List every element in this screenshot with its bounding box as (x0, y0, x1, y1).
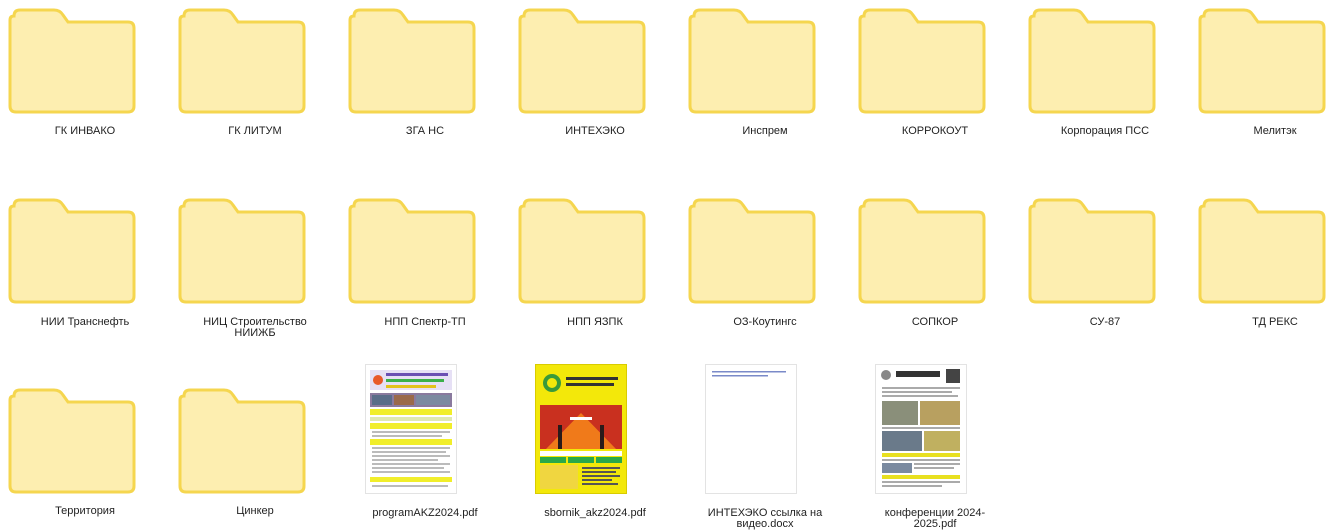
docx-thumbnail-icon (705, 364, 797, 494)
folder-icon (510, 0, 680, 132)
folder-label: СУ-87 (1089, 316, 1121, 328)
folder-label: Территория (55, 505, 115, 517)
folder-label: СОПКОР (911, 316, 959, 328)
folder-label: Цинкер (236, 505, 274, 517)
folder-icon (850, 190, 1020, 322)
folder-label: Инспрем (742, 125, 788, 137)
folder-icon (170, 380, 340, 512)
folder-icon (1190, 190, 1329, 322)
folder-label: ГК ИНВАКО (54, 125, 116, 137)
folder-icon (0, 190, 170, 322)
folder-label: ИНТЕХЭКО (565, 125, 625, 137)
folder-icon (1020, 0, 1190, 132)
folder-label: ТД РЕКС (1252, 316, 1298, 328)
folder-label: НПП ЯЗПК (567, 316, 623, 328)
folder-label: ГК ЛИТУМ (228, 125, 282, 137)
folder-icon (1190, 0, 1329, 132)
folder-label: Мелитэк (1253, 125, 1297, 137)
folder-icon (0, 380, 170, 512)
folder-icon (340, 0, 510, 132)
folder-icon (1020, 190, 1190, 322)
folder-label: КОРРОКОУТ (901, 125, 969, 137)
file-label: конференции 2024-2025.pdf (884, 507, 986, 530)
folder-icon (170, 190, 340, 322)
folder-icon (510, 190, 680, 322)
pdf-thumbnail-icon (875, 364, 967, 494)
file-label: sbornik_akz2024.pdf (544, 507, 646, 519)
folder-icon (170, 0, 340, 132)
pdf-thumbnail-icon (535, 364, 627, 494)
pdf-thumbnail-icon (365, 364, 457, 494)
folder-icon (680, 190, 850, 322)
file-grid: ГК ИНВАКО ГК ЛИТУМ ЗГА НС ИНТЕХЭКО Инспр… (0, 0, 1329, 530)
folder-label: НПП Спектр-ТП (384, 316, 466, 328)
folder-icon (850, 0, 1020, 132)
folder-label: НИЦ Строительство НИИЖБ (203, 316, 307, 339)
folder-label: ОЗ-Коутингс (733, 316, 797, 328)
folder-label: ЗГА НС (405, 125, 445, 137)
folder-icon (680, 0, 850, 132)
folder-icon (0, 0, 170, 132)
folder-icon (340, 190, 510, 322)
folder-label: Корпорация ПСС (1060, 125, 1150, 137)
file-label: programAKZ2024.pdf (372, 507, 478, 519)
folder-label: НИИ Транснефть (40, 316, 130, 328)
file-label: ИНТЕХЭКО ссылка на видео.docx (707, 507, 823, 530)
